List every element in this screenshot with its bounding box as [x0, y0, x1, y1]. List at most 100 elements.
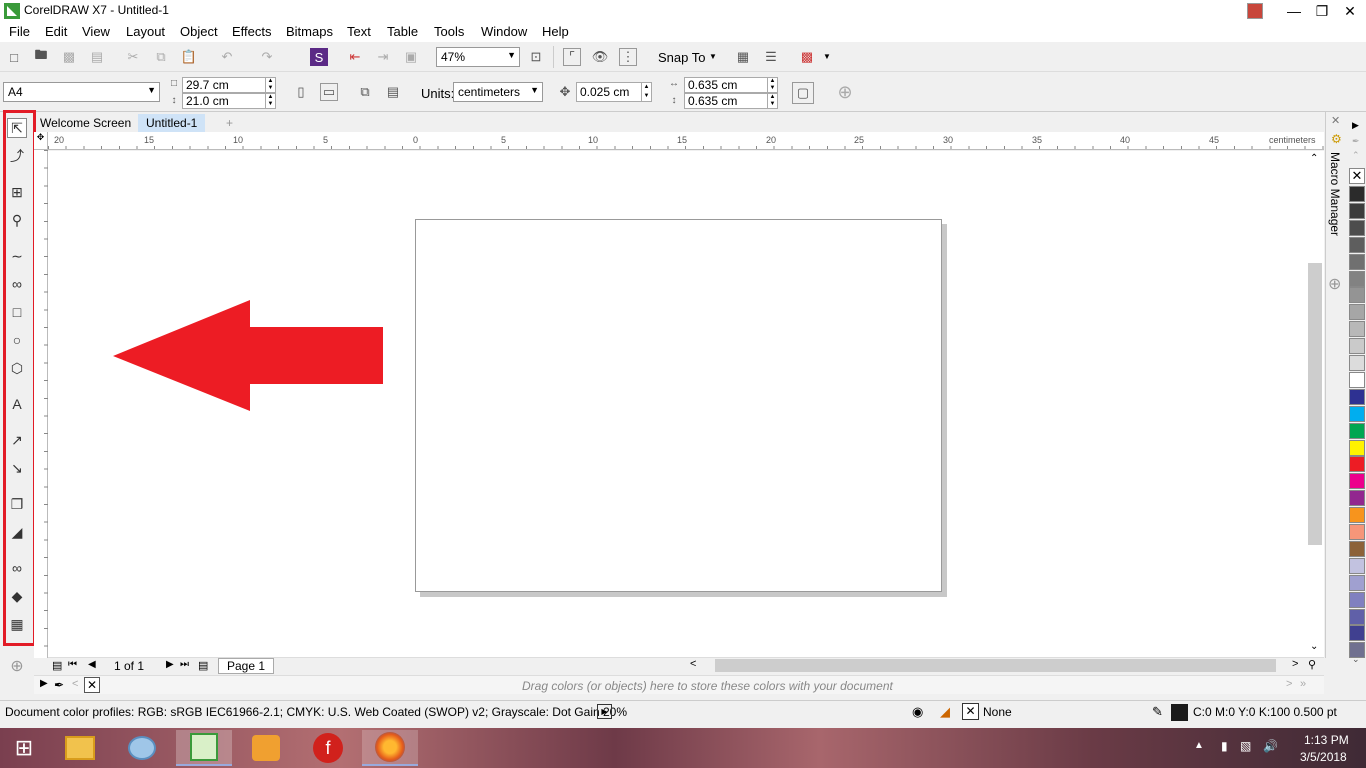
- color-swatch[interactable]: [1349, 574, 1365, 591]
- scroll-left-icon[interactable]: <: [72, 678, 78, 690]
- document-page[interactable]: [415, 219, 942, 592]
- clock-date[interactable]: 3/5/2018: [1300, 750, 1347, 764]
- firefox-icon[interactable]: [362, 730, 418, 766]
- menu-table[interactable]: Table: [387, 24, 418, 39]
- add-icon[interactable]: ⊕: [836, 82, 854, 102]
- palette-expand-icon[interactable]: ▶: [40, 678, 48, 689]
- ruler-origin-icon[interactable]: ✥: [34, 132, 48, 150]
- fill-swatch-icon[interactable]: ✕: [962, 703, 979, 720]
- color-swatch[interactable]: [1349, 304, 1365, 321]
- nudge-distance-field[interactable]: 0.025 cm ▲ ▼: [576, 82, 652, 102]
- eyedropper-icon[interactable]: ✒: [54, 678, 64, 692]
- menu-window[interactable]: Window: [481, 24, 527, 39]
- color-swatch[interactable]: [1349, 524, 1365, 540]
- redo-icon[interactable]: ↷: [258, 48, 276, 66]
- page-width-field[interactable]: 29.7 cm ▲ ▼: [182, 77, 276, 93]
- color-swatch[interactable]: [1349, 388, 1365, 405]
- scroll-right-icon[interactable]: >: [1286, 678, 1292, 690]
- no-color-swatch-icon[interactable]: ✕: [84, 677, 100, 693]
- macro-manager-icon[interactable]: ⚙: [1331, 132, 1342, 146]
- page-height-field[interactable]: 21.0 cm ▲ ▼: [182, 93, 276, 109]
- minimize-icon[interactable]: —: [1280, 0, 1308, 22]
- color-swatch[interactable]: [1349, 270, 1365, 287]
- spinner-icon[interactable]: ▲ ▼: [767, 78, 777, 92]
- color-swatch[interactable]: [1349, 439, 1365, 456]
- show-grid-icon[interactable]: 👁: [591, 48, 609, 66]
- color-swatch[interactable]: [1349, 287, 1365, 304]
- scroll-down-icon[interactable]: ⌄: [1310, 641, 1318, 652]
- color-swatch[interactable]: [1349, 186, 1365, 202]
- color-swatch[interactable]: [1349, 202, 1365, 219]
- color-swatch[interactable]: [1349, 422, 1365, 439]
- spinner-icon[interactable]: ▲ ▼: [767, 94, 777, 108]
- user-avatar-icon[interactable]: [1247, 3, 1263, 19]
- publish-pdf-icon[interactable]: ▣: [402, 48, 420, 66]
- zoom-level-combo[interactable]: 47% ▼: [436, 47, 520, 67]
- all-pages-icon[interactable]: ⧉: [356, 83, 374, 101]
- page-size-combo[interactable]: A4 ▼: [3, 82, 160, 102]
- application-launcher-icon[interactable]: ▩: [798, 48, 816, 66]
- menu-help[interactable]: Help: [542, 24, 569, 39]
- scroll-right-icon[interactable]: >: [1292, 658, 1298, 670]
- portrait-icon[interactable]: ▯: [292, 83, 310, 101]
- search-content-icon[interactable]: S: [310, 48, 328, 66]
- export-icon[interactable]: ⇥: [374, 48, 392, 66]
- menu-text[interactable]: Text: [347, 24, 371, 39]
- show-guidelines-icon[interactable]: ⋮: [619, 48, 637, 66]
- color-swatch[interactable]: [1349, 405, 1365, 422]
- menu-file[interactable]: File: [9, 24, 30, 39]
- menu-effects[interactable]: Effects: [232, 24, 272, 39]
- duplicate-x-field[interactable]: 0.635 cm ▲ ▼: [684, 77, 778, 93]
- paint-icon[interactable]: [114, 730, 170, 766]
- zoom-navigator-icon[interactable]: ⚲: [1308, 658, 1316, 671]
- file-explorer-icon[interactable]: [52, 730, 108, 766]
- vertical-scroll-thumb[interactable]: [1308, 263, 1322, 545]
- volume-icon[interactable]: 🔊: [1263, 739, 1278, 753]
- scroll-up-icon[interactable]: ⌃: [1310, 153, 1318, 164]
- menu-bitmaps[interactable]: Bitmaps: [286, 24, 333, 39]
- tab-welcome-screen[interactable]: Welcome Screen: [32, 114, 139, 132]
- spinner-icon[interactable]: ▲ ▼: [641, 83, 651, 101]
- snap-to-menu[interactable]: Snap To: [658, 50, 705, 65]
- duplicate-y-field[interactable]: 0.635 cm ▲ ▼: [684, 93, 778, 109]
- first-page-icon[interactable]: ⏮: [68, 659, 77, 670]
- outline-swatch[interactable]: [1171, 704, 1188, 721]
- save-icon[interactable]: ▩: [60, 48, 78, 66]
- cut-icon[interactable]: ✂: [124, 48, 142, 66]
- color-swatch[interactable]: [1349, 321, 1365, 338]
- add-page-after-icon[interactable]: ▤: [198, 659, 208, 672]
- palette-more-icon[interactable]: »: [1300, 678, 1306, 690]
- paste-icon[interactable]: 📋: [180, 48, 198, 66]
- color-swatch[interactable]: [1349, 355, 1365, 371]
- import-icon[interactable]: ⇤: [346, 48, 364, 66]
- show-rulers-icon[interactable]: ⌜: [563, 48, 581, 66]
- previous-page-icon[interactable]: ◀: [88, 659, 96, 670]
- color-swatch[interactable]: [1349, 236, 1365, 253]
- document-palette[interactable]: ▶ ✒ < ✕ Drag colors (or objects) here to…: [34, 675, 1324, 694]
- color-proof-icon[interactable]: ◉: [912, 704, 923, 720]
- palette-menu-icon[interactable]: ▶: [1352, 120, 1359, 131]
- options-icon[interactable]: ☰: [762, 48, 780, 66]
- no-color-swatch-icon[interactable]: ✕: [1349, 168, 1365, 184]
- color-swatch[interactable]: [1349, 608, 1365, 625]
- coreldraw-taskbar-icon[interactable]: [176, 730, 232, 766]
- scroll-left-icon[interactable]: <: [690, 658, 696, 670]
- menu-object[interactable]: Object: [180, 24, 218, 39]
- menu-layout[interactable]: Layout: [126, 24, 165, 39]
- color-swatch[interactable]: [1349, 473, 1365, 490]
- welcome-screen-icon[interactable]: ▦: [734, 48, 752, 66]
- color-swatch[interactable]: [1349, 591, 1365, 608]
- open-icon[interactable]: 🖿: [32, 47, 50, 66]
- new-tab-icon[interactable]: +: [218, 114, 241, 132]
- new-document-icon[interactable]: □: [5, 48, 23, 66]
- print-icon[interactable]: ▤: [88, 48, 106, 66]
- vertical-scrollbar[interactable]: ⌃ ⌄: [1306, 151, 1324, 657]
- eyedropper-icon[interactable]: ✒: [1352, 136, 1360, 147]
- macro-manager-tab[interactable]: Macro Manager: [1328, 152, 1342, 236]
- zoom-to-page-icon[interactable]: ⊡: [527, 48, 545, 66]
- clock-time[interactable]: 1:13 PM: [1304, 733, 1349, 747]
- color-swatch[interactable]: [1349, 507, 1365, 524]
- color-swatch[interactable]: [1349, 338, 1365, 355]
- vertical-ruler[interactable]: [34, 150, 48, 658]
- menu-view[interactable]: View: [82, 24, 110, 39]
